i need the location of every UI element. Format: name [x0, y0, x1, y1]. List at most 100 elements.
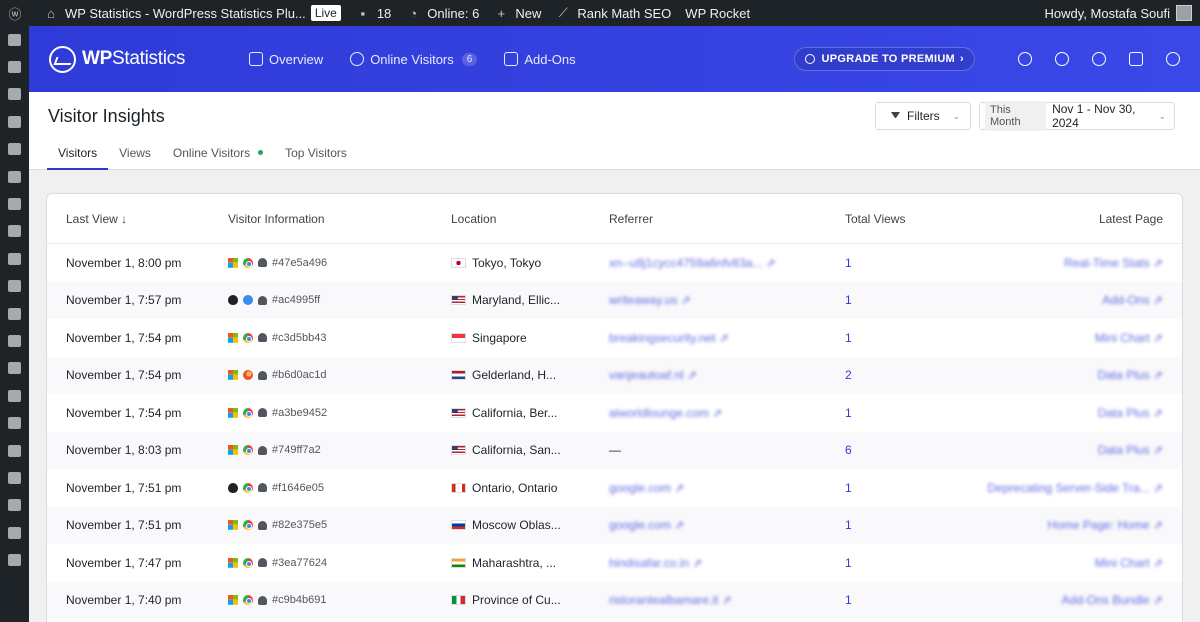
- my-account[interactable]: Howdy, Mostafa Soufi: [1045, 5, 1200, 21]
- menu-rank-math-icon[interactable]: [0, 273, 29, 300]
- nav-overview[interactable]: Overview: [249, 52, 323, 67]
- external-link-icon: ⇗: [674, 518, 685, 533]
- menu-media-icon[interactable]: [0, 81, 29, 108]
- total-views-link[interactable]: 1: [845, 593, 852, 607]
- help-icon[interactable]: [1129, 52, 1143, 66]
- total-views-link[interactable]: 1: [845, 406, 852, 420]
- nav-add-ons[interactable]: Add-Ons: [504, 52, 576, 67]
- total-views-link[interactable]: 1: [845, 293, 852, 307]
- menu-appearance-icon[interactable]: [0, 409, 29, 436]
- new-content-link[interactable]: + New: [486, 0, 548, 26]
- filters-button[interactable]: Filters ⌄: [875, 102, 971, 130]
- total-views-link[interactable]: 1: [845, 331, 852, 345]
- visitor-info-cell[interactable]: #f1646e05: [228, 482, 324, 494]
- latest-page-link[interactable]: Data Plus ⇗: [1098, 406, 1163, 420]
- windows-icon: [228, 332, 238, 343]
- latest-page-text: Add-Ons: [1102, 293, 1150, 308]
- wp-statistics-logo[interactable]: WPStatistics: [49, 45, 229, 73]
- latest-page-link[interactable]: Mini Chart ⇗: [1095, 556, 1163, 570]
- menu-woo-icon[interactable]: [0, 300, 29, 327]
- menu-docs3-icon[interactable]: [0, 218, 29, 245]
- latest-page-link[interactable]: Home Page: Home ⇗: [1048, 518, 1163, 532]
- visitor-info-cell[interactable]: #82e375e5: [228, 519, 327, 531]
- smile-icon[interactable]: [1166, 52, 1180, 66]
- latest-page-text: Data Plus: [1097, 368, 1150, 383]
- site-name-link[interactable]: ⌂ WP Statistics - WordPress Statistics Pl…: [36, 0, 348, 26]
- flag-icon: [451, 520, 466, 531]
- filters-label: Filters: [907, 109, 940, 123]
- latest-page-link[interactable]: Data Plus ⇗: [1098, 443, 1163, 457]
- menu-plugins-icon[interactable]: [0, 437, 29, 464]
- date-range-picker[interactable]: This Month Nov 1 - Nov 30, 2024 ⌄: [979, 101, 1175, 131]
- menu-dashboard-icon[interactable]: [0, 26, 29, 53]
- referrer-link[interactable]: xn--u8j1cycc4759a6nfv83a... ⇗: [609, 256, 776, 270]
- online-link[interactable]: ◔ Online: 6: [398, 0, 486, 26]
- total-views-link[interactable]: 2: [845, 368, 852, 382]
- incognito-user-icon: [258, 445, 267, 455]
- menu-wrench-icon[interactable]: [0, 519, 29, 546]
- menu-posts-icon[interactable]: [0, 53, 29, 80]
- speed-icon[interactable]: [1055, 52, 1069, 66]
- menu-products-icon[interactable]: [0, 327, 29, 354]
- howdy-label: Howdy, Mostafa Soufi: [1044, 5, 1170, 21]
- total-views-link[interactable]: 6: [845, 443, 852, 457]
- visitor-info-cell[interactable]: #ac4995ff: [228, 294, 320, 306]
- visitor-info-cell[interactable]: #47e5a496: [228, 257, 327, 269]
- latest-page-link[interactable]: Deprecating Server-Side Tra... ⇗: [988, 481, 1163, 495]
- referrer-link[interactable]: ristorantealbamare.it ⇗: [609, 593, 732, 607]
- flag-icon: [451, 257, 466, 268]
- menu-pages-icon[interactable]: [0, 108, 29, 135]
- header-last-view[interactable]: Last View ↓: [66, 212, 127, 226]
- visitor-info-cell[interactable]: #a3be9452: [228, 407, 327, 419]
- visitor-info-cell[interactable]: #b6d0ac1d: [228, 369, 326, 381]
- menu-docs-icon[interactable]: [0, 163, 29, 190]
- home-icon: ⌂: [47, 5, 55, 21]
- referrer-link[interactable]: google.com ⇗: [609, 518, 684, 532]
- upgrade-button[interactable]: UPGRADE TO PREMIUM ›: [794, 47, 975, 71]
- referrer-link[interactable]: google.com ⇗: [609, 481, 684, 495]
- tab-top-visitors[interactable]: Top Visitors: [274, 146, 358, 170]
- referrer-link[interactable]: writeaway.us ⇗: [609, 293, 691, 307]
- settings-icon[interactable]: [1092, 52, 1106, 66]
- tab-online-visitors[interactable]: Online Visitors: [162, 146, 274, 170]
- menu-users-icon[interactable]: [0, 492, 29, 519]
- wp-admin-menu: [0, 26, 29, 622]
- menu-tools-icon[interactable]: [0, 464, 29, 491]
- referrer-link[interactable]: vanjeautoaf.nl ⇗: [609, 368, 697, 382]
- latest-page-link[interactable]: Data Plus ⇗: [1098, 368, 1163, 382]
- menu-comments-icon[interactable]: [0, 136, 29, 163]
- visitor-info-cell[interactable]: #749ff7a2: [228, 444, 321, 456]
- total-views-link[interactable]: 1: [845, 518, 852, 532]
- total-views-link[interactable]: 1: [845, 256, 852, 270]
- rank-math-link[interactable]: ⟋ Rank Math SEO: [548, 0, 678, 26]
- wp-rocket-link[interactable]: WP Rocket: [678, 0, 757, 26]
- menu-statistics-icon[interactable]: [0, 355, 29, 382]
- chevron-right-icon: ›: [960, 53, 964, 65]
- menu-marketing-icon[interactable]: [0, 382, 29, 409]
- visitor-info-cell[interactable]: #3ea77624: [228, 557, 327, 569]
- referrer-link[interactable]: breakingsecurity.net ⇗: [609, 331, 729, 345]
- menu-mail-icon[interactable]: [0, 245, 29, 272]
- total-views-link[interactable]: 1: [845, 556, 852, 570]
- visitor-info-cell[interactable]: #c9b4b691: [228, 594, 326, 606]
- comments-link[interactable]: ▪ 18: [348, 0, 398, 26]
- latest-page-link[interactable]: Mini Chart ⇗: [1095, 331, 1163, 345]
- external-link-icon: ⇗: [1152, 405, 1163, 420]
- notice-icon[interactable]: [1018, 52, 1032, 66]
- referrer-link[interactable]: aiworldlounge.com ⇗: [609, 406, 722, 420]
- visitor-info-cell[interactable]: #c3d5bb43: [228, 332, 326, 344]
- tab-views[interactable]: Views: [108, 146, 162, 170]
- menu-docs2-icon[interactable]: [0, 190, 29, 217]
- latest-page-link[interactable]: Add-Ons Bundle ⇗: [1062, 593, 1163, 607]
- nav-online-visitors[interactable]: Online Visitors 6: [350, 52, 478, 67]
- incognito-user-icon: [258, 558, 267, 568]
- online-visitors-count: 6: [461, 52, 478, 66]
- location-text: Moscow Oblas...: [472, 518, 561, 533]
- wordpress-logo-button[interactable]: ⓦ: [0, 0, 36, 26]
- total-views-link[interactable]: 1: [845, 481, 852, 495]
- latest-page-link[interactable]: Real-Time Stats ⇗: [1064, 256, 1163, 270]
- referrer-link[interactable]: hindisafar.co.in ⇗: [609, 556, 702, 570]
- menu-settings-icon[interactable]: [0, 546, 29, 573]
- latest-page-link[interactable]: Add-Ons ⇗: [1102, 293, 1163, 307]
- tab-visitors[interactable]: Visitors: [47, 146, 109, 170]
